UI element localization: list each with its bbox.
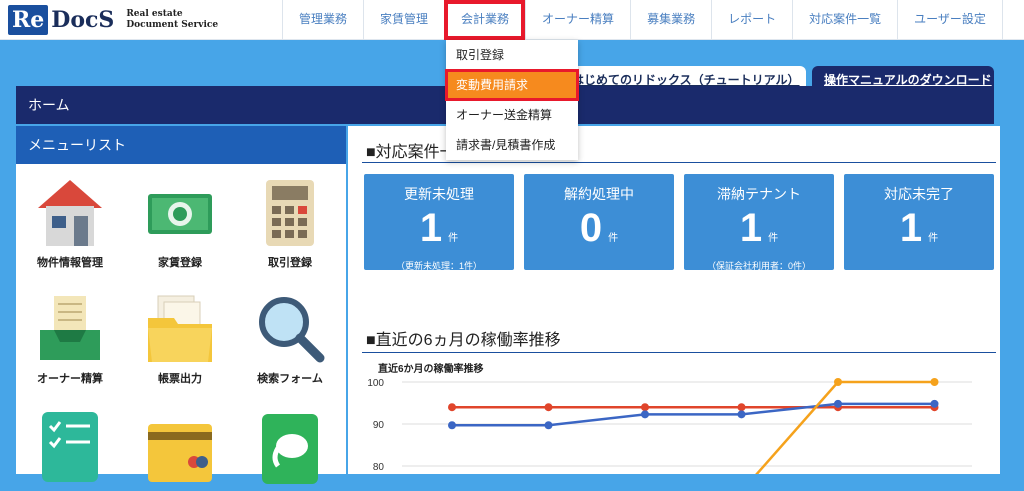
data-point [834,399,842,408]
card-title: 対応未完了 [884,186,954,202]
data-point [448,421,456,430]
menu-panel: メニューリスト 物件情報管理 家賃登録 取引登録 オーナー精算 帳票出力 検索フ… [16,126,346,484]
dropdown-invoice-quote[interactable]: 請求書/見積書作成 [446,130,578,160]
menu-label: 取引登録 [268,257,312,269]
elephant-icon [254,412,326,486]
card-title: 滞納テナント [717,186,801,202]
menu-property-management[interactable]: 物件情報管理 [22,176,118,270]
logo-subtitle: Real estate Document Service [126,9,218,31]
occupancy-section-title: ■直近の6ヵ月の稼働率推移 [366,332,561,349]
menu-report-output[interactable]: 帳票出力 [132,292,228,386]
nav-rent[interactable]: 家賃管理 [363,0,444,40]
nav-owner-settlement[interactable]: オーナー精算 [525,0,630,40]
y-tick-label: 90 [373,420,385,431]
card-value: 1 [419,206,443,250]
credit-card-icon [144,412,216,486]
house-icon [34,176,106,250]
money-icon [144,176,216,250]
dashboard-panel: ■対応案件一覧 更新未処理 1件 （更新未処理：1件） 解約処理中 0件 滞納テ… [348,126,1000,481]
card-cancellation-in-progress[interactable]: 解約処理中 0件 [524,174,674,270]
redocs-logo[interactable]: Re DocS Real estate Document Service [8,4,218,36]
accounting-dropdown: 取引登録 変動費用請求 オーナー送金精算 請求書/見積書作成 [445,40,579,160]
menu-credit-card[interactable] [132,412,228,490]
card-unresolved[interactable]: 対応未完了 1件 [844,174,994,270]
card-delinquent-tenant[interactable]: 滞納テナント 1件 （保証会社利用者：0件） [684,174,834,271]
y-tick-label: 100 [367,378,384,389]
card-value: 1 [739,206,763,250]
data-point [641,403,649,412]
series-line-segment [741,402,839,416]
menu-owner-settlement[interactable]: オーナー精算 [22,292,118,386]
card-title: 解約処理中 [564,186,634,202]
card-value-row: 0件 [524,206,674,261]
dropdown-transaction-register[interactable]: 取引登録 [446,40,578,70]
menu-label: 物件情報管理 [37,257,103,269]
card-value: 1 [899,206,923,250]
dropdown-variable-expense-billing[interactable]: 変動費用請求 [445,69,579,101]
menu-label: 検索フォーム [257,373,323,385]
series-line-segment [750,381,839,481]
menu-search-form[interactable]: 検索フォーム [242,292,338,386]
card-value: 0 [579,206,603,250]
data-point [544,403,553,412]
card-unit: 件 [448,233,459,244]
main-nav: 管理業務 家賃管理 会計業務 オーナー精算 募集業務 レポート 対応案件一覧 ユ… [282,0,1003,40]
data-point [930,378,939,386]
data-point [737,403,746,412]
data-point [641,410,649,419]
nav-user-settings[interactable]: ユーザー設定 [897,0,1003,40]
calculator-icon [254,176,326,250]
card-value-row: 1件 [684,206,834,261]
dropdown-owner-remittance[interactable]: オーナー送金精算 [446,100,578,130]
chart-title: 直近6か月の稼働率推移 [378,362,484,375]
card-title: 更新未処理 [404,186,474,202]
data-point [448,403,456,412]
magnifier-icon [254,292,326,366]
nav-case-list[interactable]: 対応案件一覧 [792,0,897,40]
data-point [737,410,746,419]
menu-checklist[interactable] [22,412,118,490]
y-tick-label: 80 [373,462,385,473]
occupancy-chart: 直近6か月の稼働率推移 100 90 80 [362,362,992,481]
card-value-row: 1件 [364,206,514,261]
data-point [544,421,553,430]
menu-label: オーナー精算 [37,373,103,385]
logo-re-mark: Re [8,5,49,35]
inbox-tray-icon [34,292,106,366]
card-unit: 件 [928,233,939,244]
card-note: （更新未処理：1件） [395,261,482,271]
folder-icon [144,292,216,366]
card-note: （保証会社利用者：0件） [706,261,811,271]
checklist-icon [34,412,106,486]
card-renewal-pending[interactable]: 更新未処理 1件 （更新未処理：1件） [364,174,514,271]
menu-label: 帳票出力 [158,373,202,385]
menu-elephant[interactable] [242,412,338,490]
menu-list-title: メニューリスト [16,126,346,164]
nav-report[interactable]: レポート [711,0,792,40]
occupancy-chart-svg: 直近6か月の稼働率推移 100 90 80 [367,362,972,481]
menu-rent-register[interactable]: 家賃登録 [132,176,228,270]
nav-recruitment[interactable]: 募集業務 [630,0,711,40]
nav-accounting[interactable]: 会計業務 [444,0,526,40]
section-divider [362,162,996,163]
data-point [930,399,939,408]
nav-management[interactable]: 管理業務 [282,0,363,40]
section-divider [362,352,996,353]
data-point [834,378,842,386]
logo-subtitle-line2: Document Service [126,20,219,30]
card-value-row: 1件 [844,206,994,261]
top-navigation-bar: Re DocS Real estate Document Service 管理業… [0,0,1024,40]
menu-transaction-register[interactable]: 取引登録 [242,176,338,270]
logo-subtitle-line1: Real estate [126,9,183,19]
logo-docs-text: DocS [51,7,115,33]
card-unit: 件 [608,233,619,244]
menu-label: 家賃登録 [158,257,202,269]
card-unit: 件 [768,233,779,244]
